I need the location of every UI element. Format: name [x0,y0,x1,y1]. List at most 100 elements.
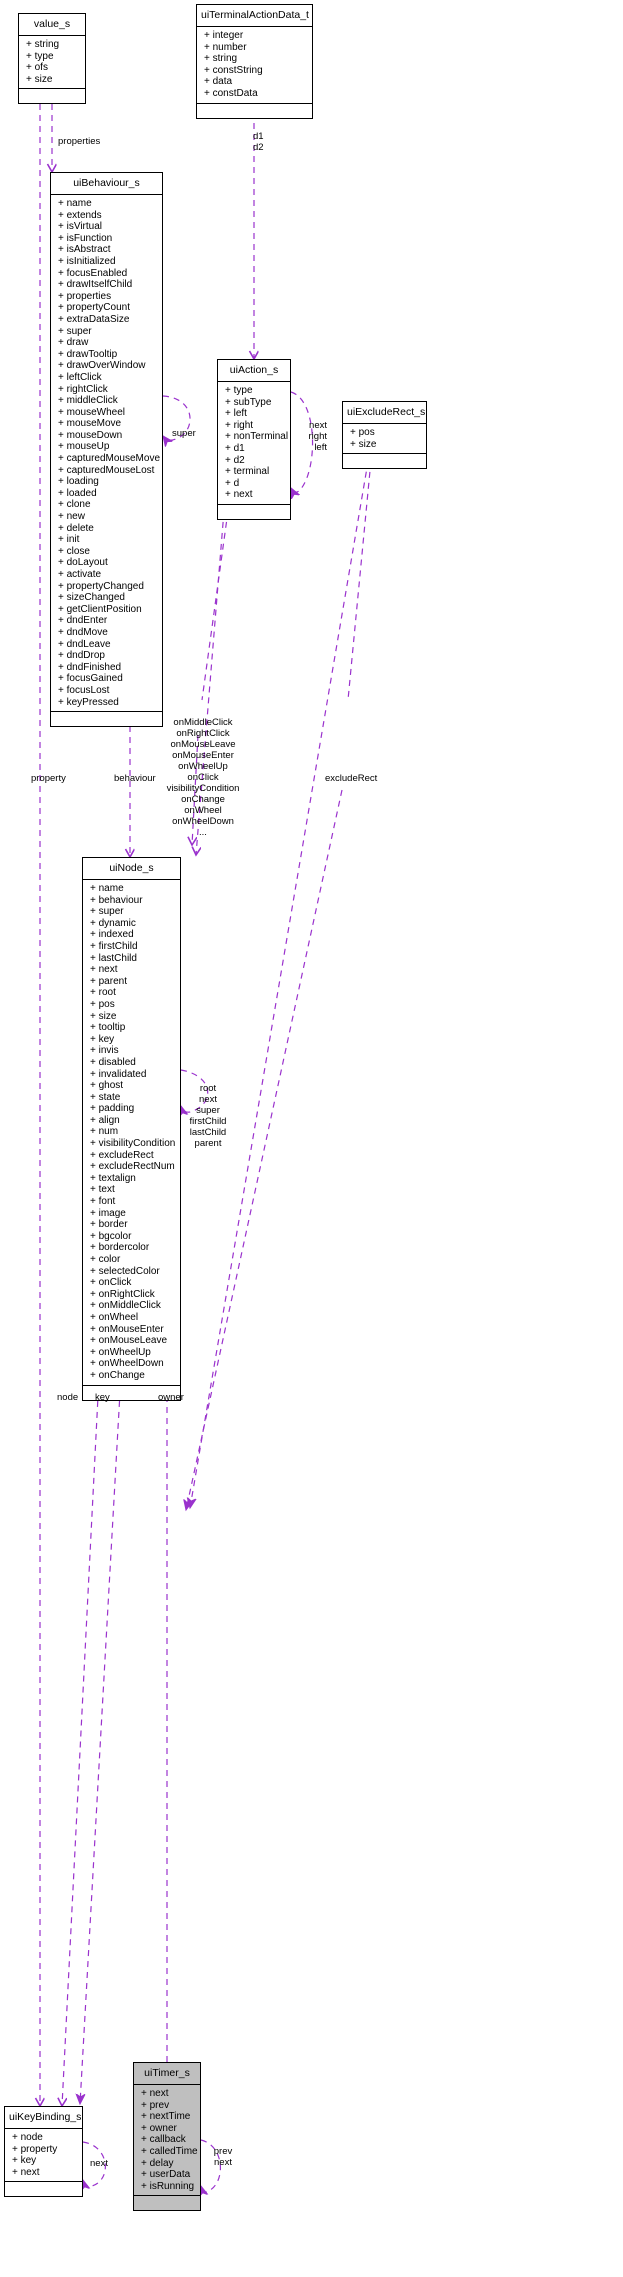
class-title: uiTerminalActionData_t [197,5,312,27]
class-attributes: + pos + size [343,424,426,455]
class-title: value_s [19,14,85,36]
attribute: + activate [58,569,102,580]
class-box-uinode-s[interactable]: uiNode_s + name + behaviour + super + dynam… [82,857,181,1401]
attribute: + mouseUp [58,441,110,453]
attribute: + num [90,1126,119,1138]
attribute: + keyPressed [58,696,119,708]
attribute: + constString [204,64,263,76]
class-box-uitimer-s[interactable]: uiTimer_s + next + prev + nextTime + owner +… [133,2062,201,2212]
class-attributes: + type + subType + left + right + nonTermina… [218,382,290,505]
attribute: + next [90,964,118,976]
class-operations [51,712,162,726]
attribute: + close [58,545,90,557]
attribute: + focusLost [58,684,110,696]
attribute: + capturedMouseMove [58,453,161,465]
edge-label-node-callbacks: onMiddleClick onRightClick onMouseLeave … [166,717,240,838]
attribute: + tooltip [90,1022,126,1034]
attribute: + onWheelDown [90,1358,164,1370]
attribute: + loaded [58,487,97,499]
attribute: + number [204,41,247,53]
attribute: + extraDataSize [58,313,130,325]
class-box-value-s[interactable]: value_s + string + type + ofs + size [18,13,86,105]
class-attributes: + integer + number + string + constStrin… [197,27,312,104]
attribute: + isFunction [58,232,113,244]
attribute: + propertyChanged [58,580,144,592]
edge-label-next-right-left: next right left [308,420,327,453]
attribute: + rightClick [58,383,108,395]
class-operations [134,2196,200,2210]
attribute: + onClick [90,1277,132,1289]
attribute: + key [90,1033,115,1045]
attribute: + drawTooltip [58,348,118,360]
attribute: + super [58,325,92,337]
attribute: + draw [58,337,89,349]
attribute: + font [90,1196,116,1208]
attribute: + excludeRect [90,1149,154,1161]
attribute: + property [12,2143,58,2155]
attribute: + mouseDown [58,429,123,441]
attribute: + userData [141,2169,191,2181]
edge-label-node-relations: root next super firstChild lastChild par… [189,1083,227,1149]
attribute: + right [225,419,254,431]
attribute: + next [225,489,253,501]
attribute: + align [90,1114,120,1126]
attribute: + node [12,2132,43,2143]
attribute: + super [90,906,124,918]
attribute: + prev [141,2099,170,2111]
attribute: + key [12,2155,37,2167]
class-operations [197,104,312,118]
attribute: + dndDrop [58,650,105,662]
attribute: + isInitialized [58,255,116,267]
attribute: + properties [58,290,112,302]
attribute: + border [90,1219,128,1231]
attribute: + middleClick [58,395,118,407]
attribute: + data [204,76,233,88]
attribute: + calledTime [141,2145,198,2157]
attribute: + isRunning [141,2180,195,2192]
attribute: + new [58,511,85,523]
class-attributes: + string + type + ofs + size [19,36,85,90]
attribute: + capturedMouseLost [58,464,155,476]
attribute: + dndEnter [58,615,108,627]
class-box-uikeybinding-s[interactable]: uiKeyBinding_s + node + property + key +… [4,2106,83,2198]
attribute: + color [90,1254,121,1265]
edge-label-node: node [57,1392,79,1403]
attribute: + size [26,73,53,85]
class-attributes: + name + extends + isVirtual + isFunction + … [51,195,162,713]
edge-label-key: key [95,1392,110,1403]
class-operations [343,454,426,468]
attribute: + excludeRectNum [90,1161,175,1173]
attribute: + constData [204,87,258,99]
attribute: + disabled [90,1056,136,1068]
class-box-uiexcluderect-s[interactable]: uiExcludeRect_s + pos + size [342,401,427,470]
attribute: + root [90,987,116,999]
attribute: + dndFinished [58,661,122,673]
attribute: + sizeChanged [58,592,125,604]
attribute: + dndLeave [58,638,111,650]
edge-label-excluderect: excludeRect [325,773,378,784]
attribute: + parent [90,975,127,987]
attribute: + init [58,534,80,546]
attribute: + text [90,1184,115,1196]
attribute: + invis [90,1045,119,1057]
edge-label-owner: owner [158,1392,184,1403]
attribute: + size [90,1010,117,1022]
class-box-uiaction-s[interactable]: uiAction_s + type + subType + left + right +… [217,359,291,520]
attribute: + left [225,408,247,420]
class-operations [5,2182,82,2196]
attribute: + extends [58,209,102,221]
attribute: + type [225,385,253,396]
attribute: + padding [90,1103,135,1115]
class-box-uibehaviour-s[interactable]: uiBehaviour_s + name + extends + isVirtual… [50,172,163,728]
edge-label-super: super [172,428,196,439]
attribute: + d2 [225,454,245,466]
attribute: + owner [141,2122,177,2134]
attribute: + terminal [225,466,270,478]
attribute: + onMiddleClick [90,1300,161,1312]
attribute: + propertyCount [58,302,130,314]
class-box-uiterminalactiondata-t[interactable]: uiTerminalActionData_t + integer + numbe… [196,4,313,119]
attribute: + state [90,1091,121,1103]
attribute: + mouseWheel [58,406,125,418]
attribute: + lastChild [90,952,137,964]
attribute: + bgcolor [90,1230,132,1242]
